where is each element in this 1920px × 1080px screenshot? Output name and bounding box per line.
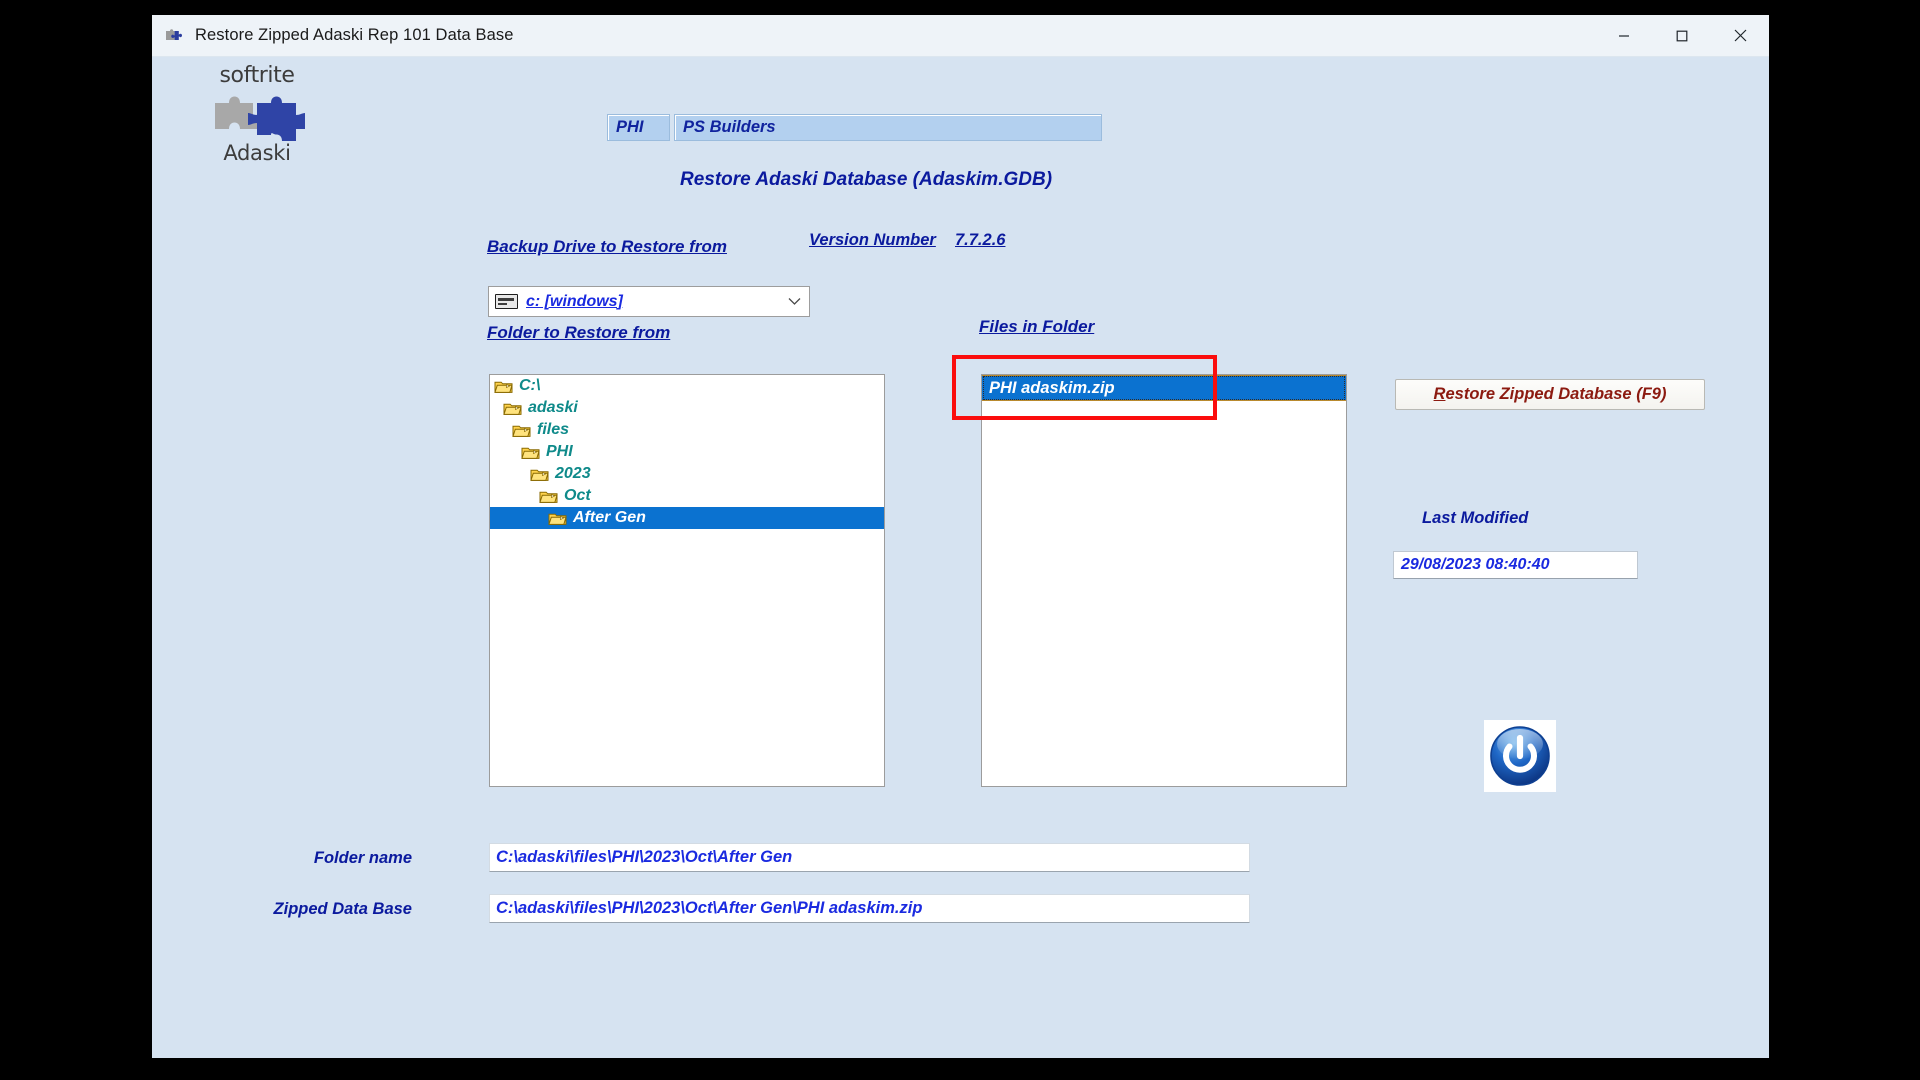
chevron-down-icon[interactable]	[779, 287, 809, 316]
close-button[interactable]	[1711, 15, 1769, 56]
brand-logo: softrite Adaski	[162, 64, 352, 164]
product-name: Adaski	[223, 141, 291, 165]
last-modified-value: 29/08/2023 08:40:40	[1393, 551, 1638, 579]
zipped-database-value: C:\adaski\files\PHI\2023\Oct\After Gen\P…	[489, 894, 1250, 923]
folder-tree-item-label: adaski	[528, 399, 578, 416]
maximize-button[interactable]	[1653, 15, 1711, 56]
client-area: softrite Adaski PHI PS Builders Restore …	[152, 57, 1769, 1058]
company-code-field[interactable]: PHI	[607, 114, 670, 141]
version-number-label: Version Number	[809, 231, 936, 249]
backup-drive-select[interactable]: c: [windows]	[488, 286, 810, 317]
backup-drive-selected-value: c: [windows]	[526, 292, 623, 310]
restore-zipped-database-button[interactable]: Restore Zipped Database (F9)	[1395, 379, 1705, 410]
folder-icon	[521, 445, 540, 460]
files-listbox[interactable]: PHI adaskim.zip	[981, 374, 1347, 787]
folder-tree-item[interactable]: After Gen	[490, 507, 884, 529]
folder-to-restore-label: Folder to Restore from	[487, 323, 671, 342]
file-list-item[interactable]: PHI adaskim.zip	[982, 375, 1346, 401]
restore-button-accelerator: R	[1433, 385, 1446, 403]
folder-tree-item[interactable]: 2023	[490, 463, 884, 485]
files-in-folder-label: Files in Folder	[979, 317, 1095, 336]
folder-tree-listbox[interactable]: C:\ adaski files PHI 2023 Oct After Gen	[489, 374, 885, 787]
drive-icon	[495, 294, 518, 309]
folder-tree-item-label: Oct	[564, 487, 591, 504]
window-title: Restore Zipped Adaski Rep 101 Data Base	[195, 26, 514, 44]
folder-tree-item-label: PHI	[546, 443, 573, 460]
backup-drive-label: Backup Drive to Restore from	[487, 237, 727, 256]
folder-tree-item-label: After Gen	[573, 509, 646, 526]
power-icon	[1490, 726, 1550, 786]
folder-tree-item-label: files	[537, 421, 570, 438]
folder-tree-item[interactable]: files	[490, 419, 884, 441]
folder-name-value: C:\adaski\files\PHI\2023\Oct\After Gen	[489, 843, 1250, 872]
folder-tree-item[interactable]: C:\	[490, 375, 884, 397]
version-number-value: 7.7.2.6	[955, 231, 1006, 249]
page-title: Restore Adaski Database (Adaskim.GDB)	[680, 169, 1053, 190]
puzzle-icon	[164, 26, 184, 46]
folder-tree-item[interactable]: adaski	[490, 397, 884, 419]
exit-power-button[interactable]	[1484, 720, 1556, 792]
folder-icon	[494, 379, 513, 394]
folder-tree-item[interactable]: PHI	[490, 441, 884, 463]
company-name-field[interactable]: PS Builders	[674, 114, 1102, 141]
minimize-button[interactable]	[1595, 15, 1653, 56]
restore-button-label: estore Zipped Database (F9)	[1445, 385, 1667, 403]
brand-name: softrite	[219, 63, 295, 88]
last-modified-label: Last Modified	[1422, 509, 1529, 527]
folder-tree-item-label: 2023	[555, 465, 591, 482]
folder-icon	[548, 511, 567, 526]
folder-tree-item-label: C:\	[519, 377, 541, 394]
folder-tree-item[interactable]: Oct	[490, 485, 884, 507]
puzzle-logo-icon	[162, 89, 352, 143]
title-bar: Restore Zipped Adaski Rep 101 Data Base	[152, 15, 1769, 57]
zipped-database-label: Zipped Data Base	[273, 900, 412, 918]
file-list-item-label: PHI adaskim.zip	[989, 378, 1115, 397]
folder-name-label: Folder name	[313, 849, 412, 867]
application-window: Restore Zipped Adaski Rep 101 Data Base …	[152, 15, 1769, 1058]
folder-icon	[503, 401, 522, 416]
folder-icon	[530, 467, 549, 482]
folder-icon	[512, 423, 531, 438]
folder-icon	[539, 489, 558, 504]
